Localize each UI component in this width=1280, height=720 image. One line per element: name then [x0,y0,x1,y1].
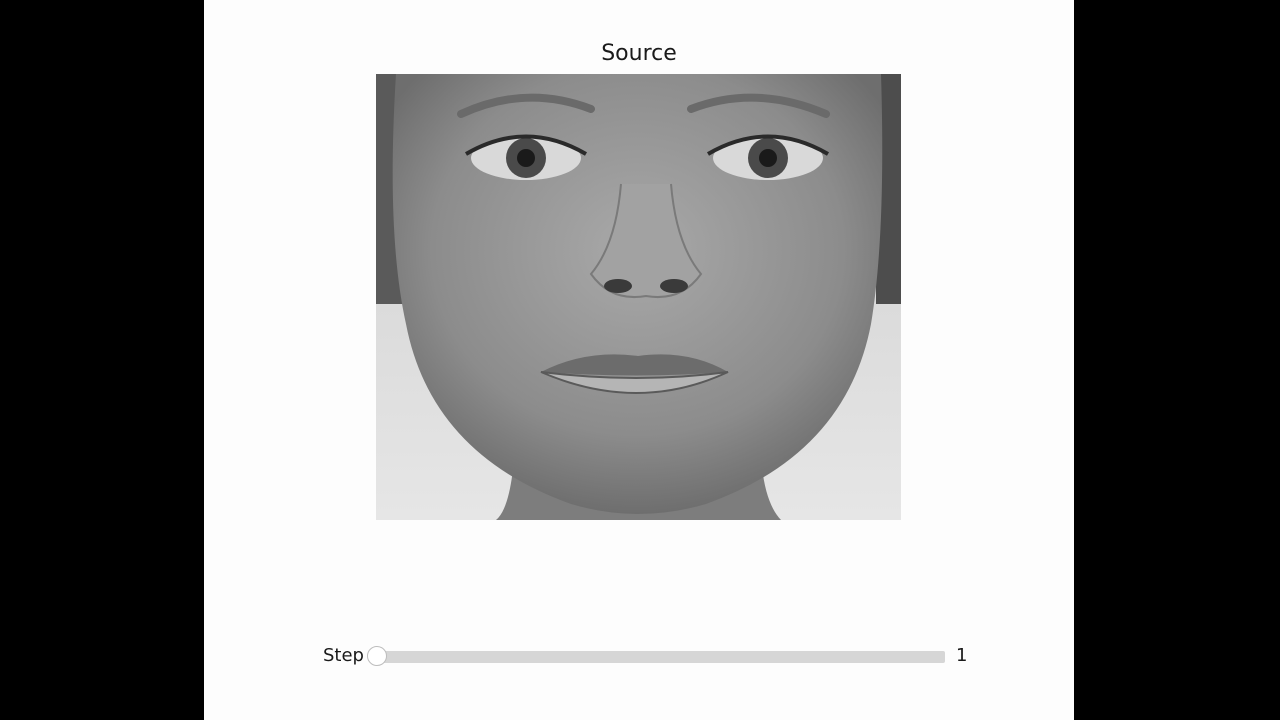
plot-title: Source [601,41,677,66]
face-photo-icon [376,74,901,520]
slider-value: 1 [956,645,968,666]
slider-label: Step [323,645,364,666]
figure-canvas: Source Step 1 [204,0,1074,720]
step-slider-track[interactable] [377,651,945,663]
source-image [376,74,901,520]
step-slider-handle[interactable] [367,646,387,666]
